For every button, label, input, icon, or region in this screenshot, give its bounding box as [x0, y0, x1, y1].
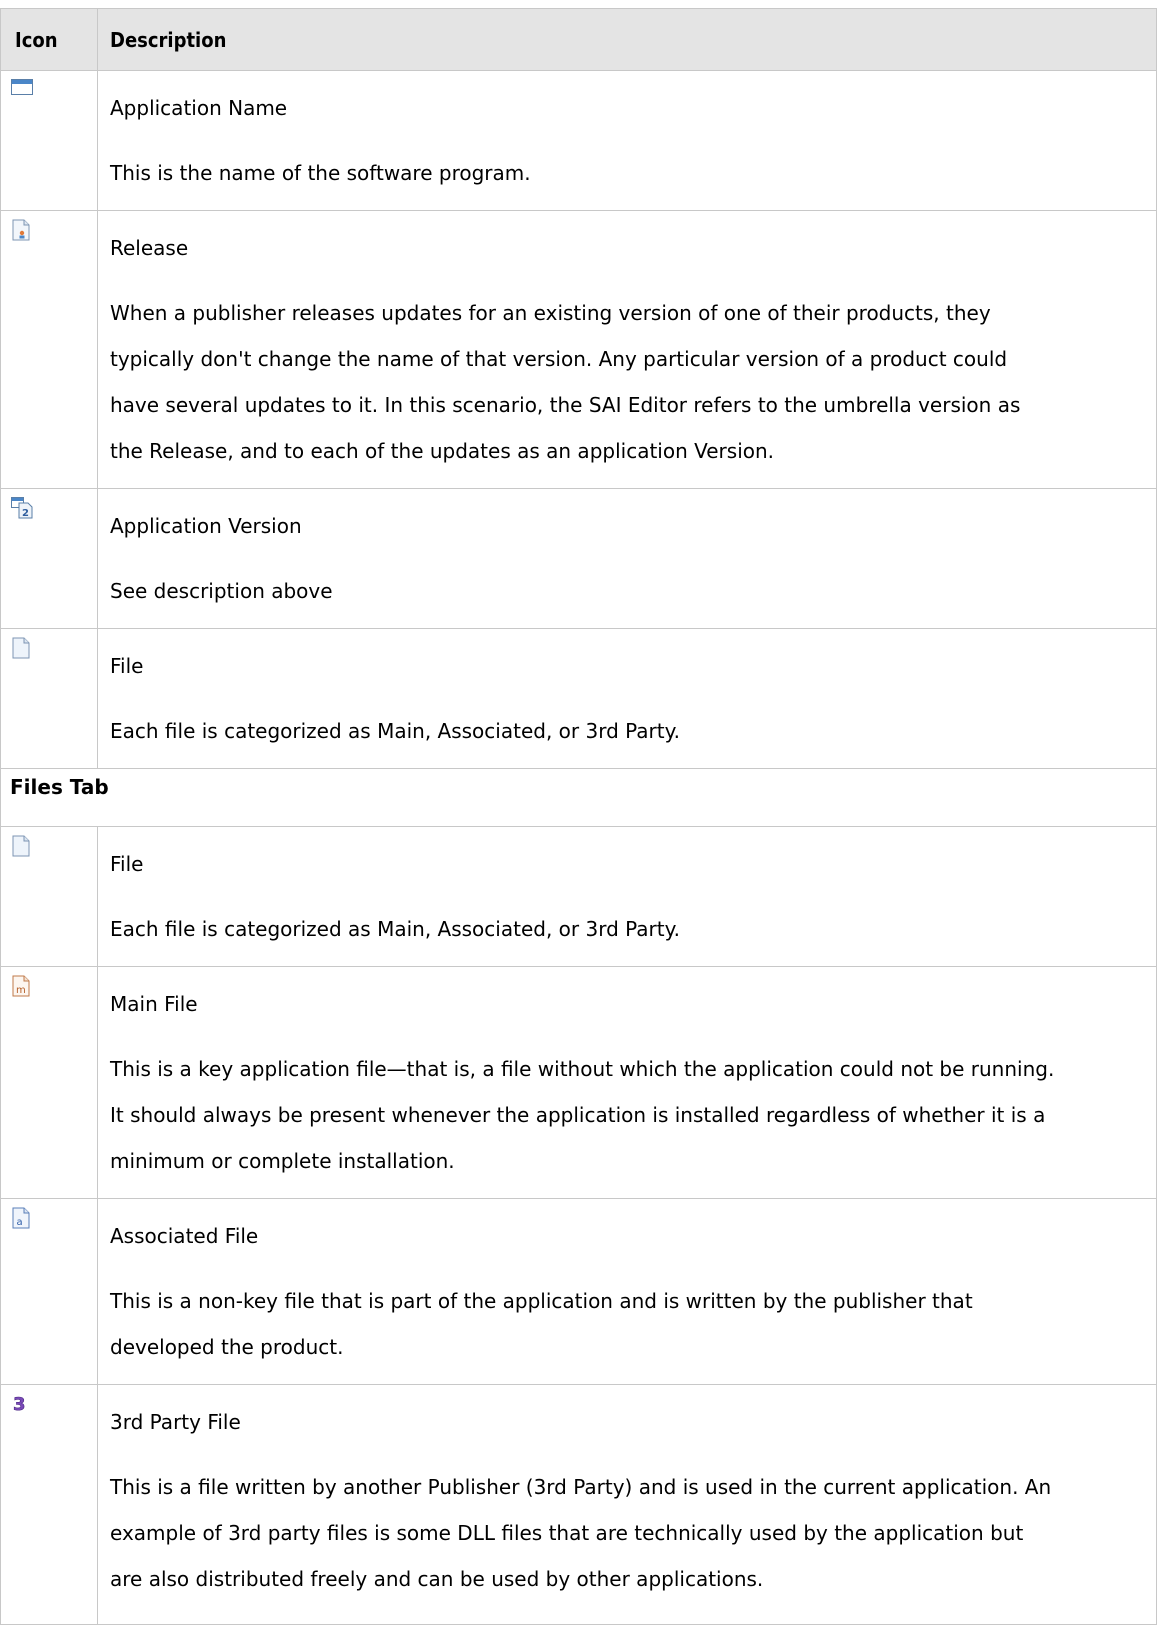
row-title: Main File — [110, 992, 198, 1016]
column-header-description: Description — [97, 8, 1157, 71]
icon-description-table: Icon Description Application Name This i… — [0, 8, 1157, 1625]
icon-cell: m — [0, 966, 98, 1199]
main-file-icon: m — [11, 975, 33, 997]
row-title: Application Version — [110, 514, 302, 538]
application-version-icon: 2 — [11, 497, 33, 519]
icon-cell: a — [0, 1198, 98, 1385]
description-cell: Main File This is a key application file… — [97, 966, 1157, 1199]
row-text-line: minimum or complete installation. — [110, 1149, 455, 1173]
row-title: Associated File — [110, 1224, 259, 1248]
description-cell: 3rd Party File This is a file written by… — [97, 1384, 1157, 1625]
table-row: Release When a publisher releases update… — [0, 210, 1157, 489]
icon-cell — [0, 628, 98, 769]
row-text-line: typically don't change the name of that … — [110, 347, 1008, 371]
row-title: File — [110, 654, 144, 678]
description-cell: Application Name This is the name of the… — [97, 70, 1157, 211]
section-label: Files Tab — [0, 768, 1157, 827]
row-text-line: This is a non-key file that is part of t… — [110, 1289, 973, 1313]
icon-cell — [0, 826, 98, 967]
table-row: a Associated File This is a non-key file… — [0, 1198, 1157, 1385]
description-cell: File Each file is categorized as Main, A… — [97, 826, 1157, 967]
row-text-line: the Release, and to each of the updates … — [110, 439, 775, 463]
file-icon — [11, 835, 33, 857]
description-cell: Associated File This is a non-key file t… — [97, 1198, 1157, 1385]
table-row: File Each file is categorized as Main, A… — [0, 628, 1157, 769]
icon-cell: 3 — [0, 1384, 98, 1625]
svg-text:m: m — [16, 985, 26, 996]
associated-file-icon: a — [11, 1207, 33, 1229]
row-title: 3rd Party File — [110, 1410, 241, 1434]
row-text-line: Each file is categorized as Main, Associ… — [110, 917, 680, 941]
table-row: File Each file is categorized as Main, A… — [0, 826, 1157, 967]
description-cell: File Each file is categorized as Main, A… — [97, 628, 1157, 769]
row-text-line: See description above — [110, 579, 333, 603]
row-title: Release — [110, 236, 189, 260]
description-cell: Application Version See description abov… — [97, 488, 1157, 629]
row-text-line: When a publisher releases updates for an… — [110, 301, 991, 325]
row-text-line: are also distributed freely and can be u… — [110, 1567, 764, 1591]
row-text-line: example of 3rd party files is some DLL f… — [110, 1521, 1024, 1545]
column-header-icon: Icon — [0, 8, 98, 71]
row-title: Application Name — [110, 96, 288, 120]
svg-text:a: a — [17, 1217, 23, 1228]
section-row: Files Tab — [0, 768, 1157, 827]
table-row: 3 3rd Party File This is a file written … — [0, 1384, 1157, 1625]
row-text-line: This is a file written by another Publis… — [110, 1475, 1052, 1499]
svg-text:3: 3 — [13, 1394, 26, 1415]
icon-cell: 2 — [0, 488, 98, 629]
table-header-row: Icon Description — [0, 8, 1157, 71]
svg-text:2: 2 — [22, 508, 29, 519]
description-cell: Release When a publisher releases update… — [97, 210, 1157, 489]
row-text-line: developed the product. — [110, 1335, 344, 1359]
file-icon — [11, 637, 33, 659]
table-row: 2 Application Version See description ab… — [0, 488, 1157, 629]
row-title: File — [110, 852, 144, 876]
icon-cell — [0, 210, 98, 489]
application-window-icon — [11, 79, 33, 101]
icon-cell — [0, 70, 98, 211]
table-row: Application Name This is the name of the… — [0, 70, 1157, 211]
row-text-line: Each file is categorized as Main, Associ… — [110, 719, 680, 743]
row-text-line: This is the name of the software program… — [110, 161, 531, 185]
table-row: m Main File This is a key application fi… — [0, 966, 1157, 1199]
third-party-file-icon: 3 — [11, 1393, 33, 1415]
release-icon — [11, 219, 33, 241]
row-text-line: This is a key application file—that is, … — [110, 1057, 1055, 1081]
row-text-line: It should always be present whenever the… — [110, 1103, 1046, 1127]
row-text-line: have several updates to it. In this scen… — [110, 393, 1021, 417]
